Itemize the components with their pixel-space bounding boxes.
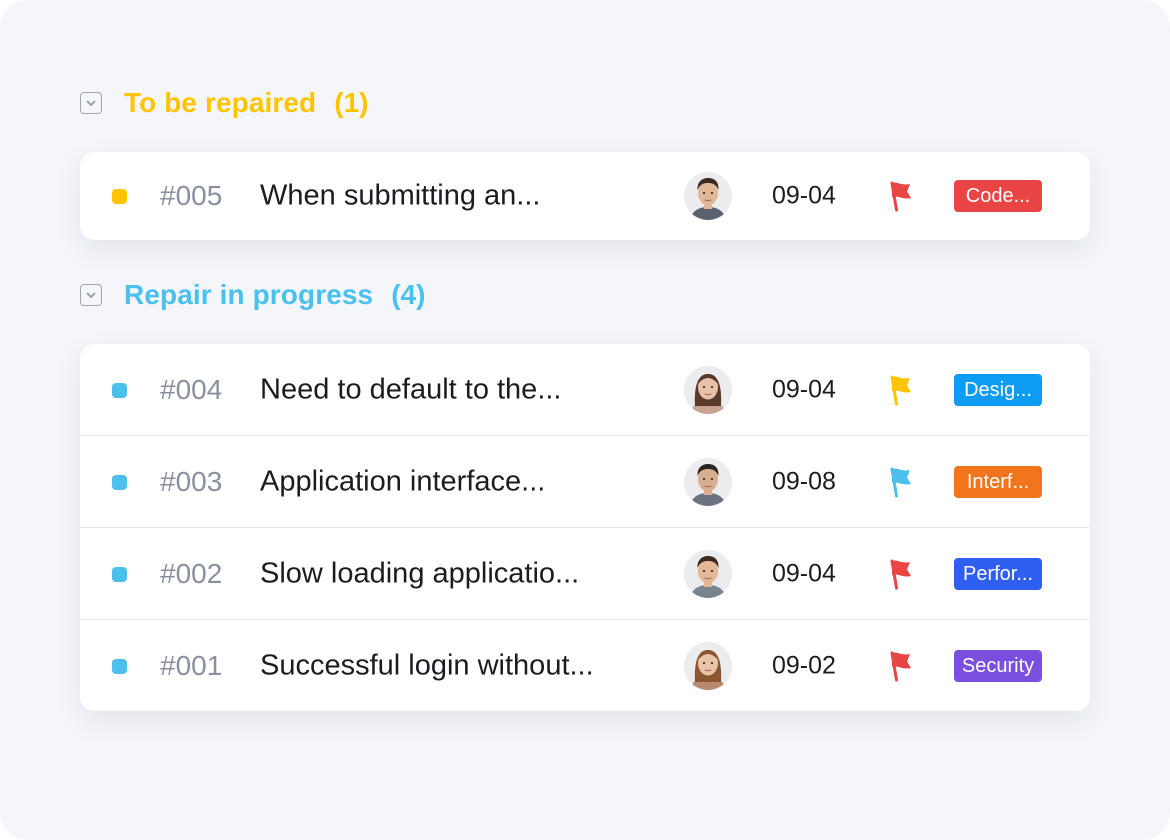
issue-title[interactable]: Slow loading applicatio... — [260, 557, 579, 590]
issue-id: #003 — [160, 465, 223, 497]
assignee-avatar[interactable] — [684, 365, 732, 414]
chevron-down-icon — [86, 292, 96, 298]
group-header-repair-in-progress: Repair in progress (4) — [80, 278, 425, 312]
group-title: Repair in progress — [124, 279, 374, 310]
category-tag[interactable]: Perfor... — [954, 557, 1042, 590]
group-header-to-be-repaired: To be repaired (1) — [80, 86, 369, 120]
status-dot — [112, 189, 127, 204]
issue-title[interactable]: Successful login without... — [260, 649, 594, 682]
priority-flag-icon[interactable] — [888, 180, 914, 212]
status-dot — [112, 382, 127, 398]
due-date: 09-04 — [772, 181, 836, 210]
issue-id: #001 — [160, 649, 223, 681]
issue-id: #004 — [160, 373, 223, 405]
issue-list-to-be-repaired: #005 When submitting an... 09-04 Code... — [80, 152, 1090, 240]
issue-row[interactable]: #004 Need to default to the... 09-04 Des… — [80, 344, 1090, 436]
due-date: 09-04 — [772, 559, 836, 587]
issue-title[interactable]: Application interface... — [260, 465, 545, 498]
category-tag[interactable]: Security — [954, 649, 1042, 682]
group-count: (1) — [334, 87, 369, 118]
issue-row[interactable]: #005 When submitting an... 09-04 Code... — [80, 152, 1090, 240]
issue-board: To be repaired (1) #005 When submitting … — [0, 0, 1170, 840]
priority-flag-icon[interactable] — [888, 558, 914, 590]
issue-row[interactable]: #002 Slow loading applicatio... 09-04 Pe… — [80, 528, 1090, 620]
priority-flag-icon[interactable] — [888, 466, 914, 498]
assignee-avatar[interactable] — [684, 172, 732, 220]
assignee-avatar[interactable] — [684, 549, 732, 598]
assignee-avatar[interactable] — [684, 457, 732, 506]
due-date: 09-08 — [772, 467, 836, 495]
status-dot — [112, 658, 127, 674]
priority-flag-icon[interactable] — [888, 650, 914, 682]
issue-row[interactable]: #003 Application interface... 09-08 Inte… — [80, 436, 1090, 528]
due-date: 09-04 — [772, 375, 836, 403]
status-dot — [112, 474, 127, 490]
due-date: 09-02 — [772, 651, 836, 679]
group-count: (4) — [391, 279, 426, 310]
chevron-down-icon — [86, 100, 96, 106]
issue-list-repair-in-progress: #004 Need to default to the... 09-04 Des… — [80, 344, 1090, 711]
status-dot — [112, 566, 127, 582]
category-tag[interactable]: Desig... — [954, 373, 1042, 406]
assignee-avatar[interactable] — [684, 641, 732, 690]
priority-flag-icon[interactable] — [888, 374, 914, 406]
group-title: To be repaired — [124, 87, 317, 118]
group-collapse-toggle[interactable] — [80, 92, 102, 114]
issue-row[interactable]: #001 Successful login without... 09-02 S… — [80, 620, 1090, 711]
issue-title[interactable]: When submitting an... — [260, 180, 540, 213]
category-tag[interactable]: Interf... — [954, 465, 1042, 498]
category-tag[interactable]: Code... — [954, 180, 1042, 212]
issue-id: #005 — [160, 180, 223, 211]
issue-id: #002 — [160, 557, 223, 589]
group-collapse-toggle[interactable] — [80, 284, 102, 306]
issue-title[interactable]: Need to default to the... — [260, 373, 561, 406]
